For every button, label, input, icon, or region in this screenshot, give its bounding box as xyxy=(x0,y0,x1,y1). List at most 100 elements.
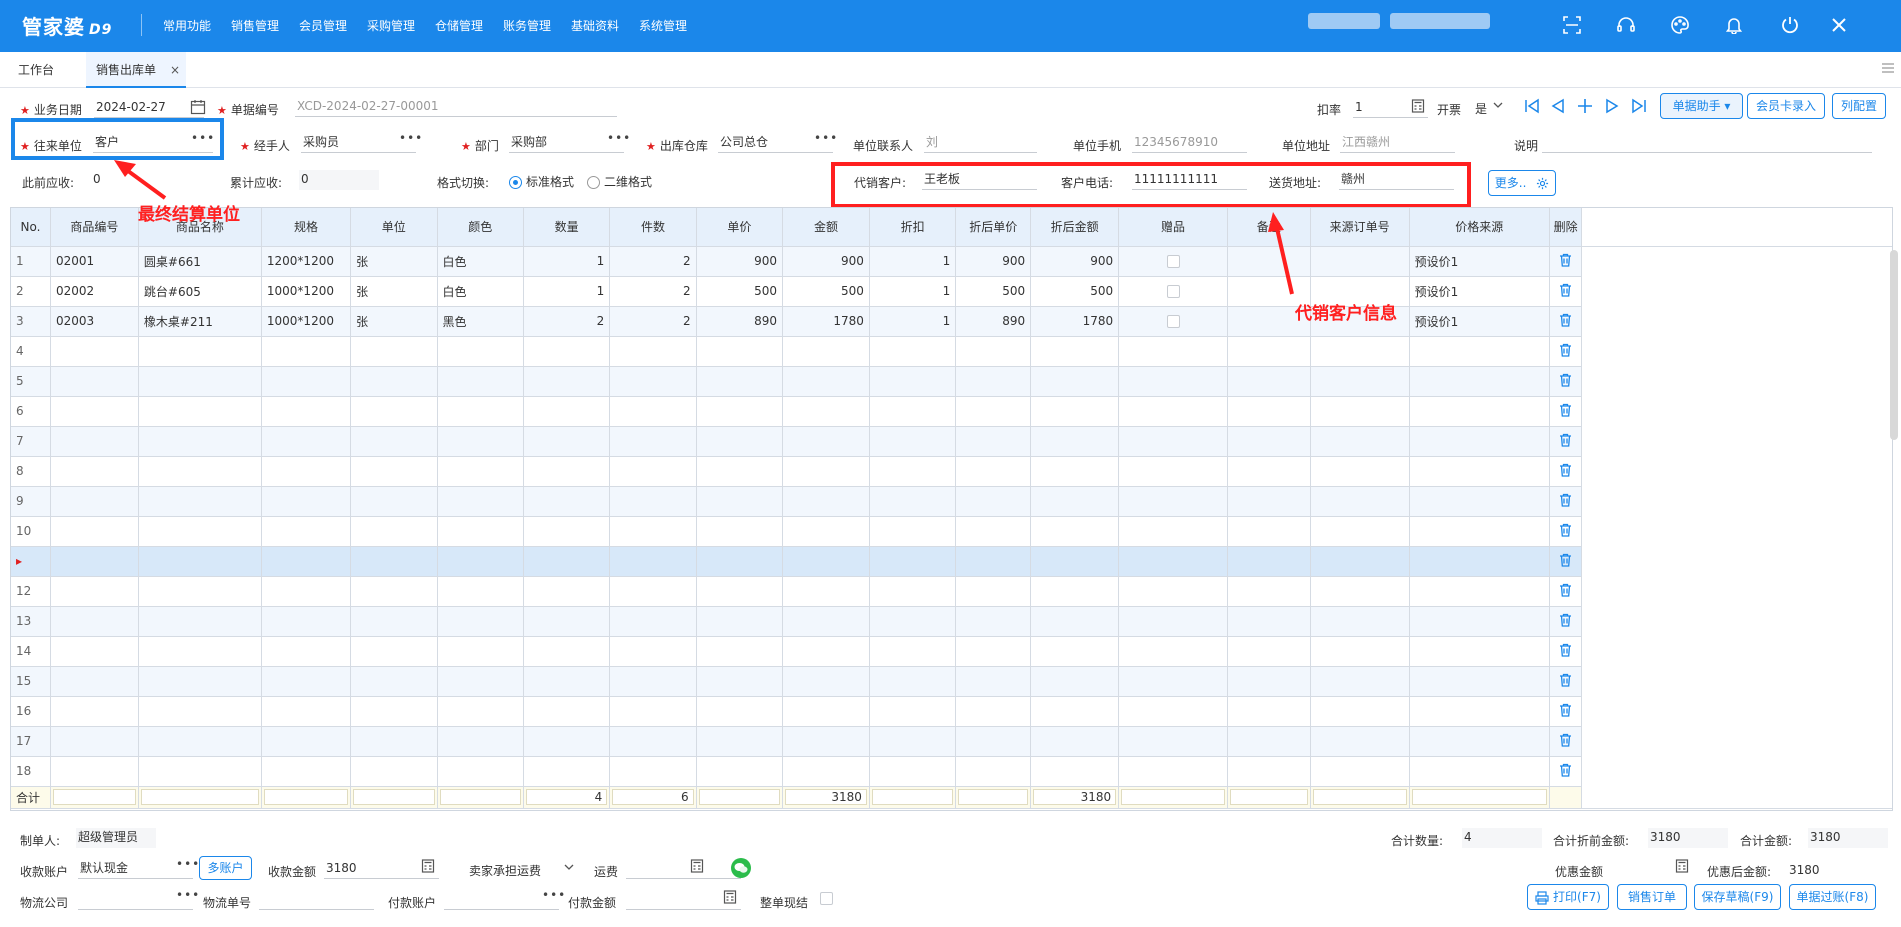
cell-empty[interactable] xyxy=(696,546,784,577)
cell-empty[interactable] xyxy=(50,576,139,607)
menu-accounting[interactable]: 账务管理 xyxy=(503,17,551,34)
cell-empty[interactable] xyxy=(138,456,262,487)
cell-empty[interactable] xyxy=(609,666,697,697)
cell-empty[interactable] xyxy=(869,636,957,667)
cell-empty[interactable] xyxy=(50,636,139,667)
trash-icon[interactable] xyxy=(1559,283,1572,300)
cell-no[interactable]: 4 xyxy=(11,336,51,367)
cell-empty[interactable] xyxy=(955,576,1032,607)
cell-empty[interactable] xyxy=(609,366,697,397)
cell-damount[interactable]: 1780 xyxy=(1030,306,1120,337)
cell-empty[interactable] xyxy=(1227,396,1311,427)
cell-empty[interactable] xyxy=(869,576,957,607)
close-icon[interactable] xyxy=(1822,8,1856,42)
last-record-icon[interactable] xyxy=(1631,98,1647,114)
table-row[interactable]: 3 02003 橡木桌#211 1000*1200 张黑色 2 2 890 1780 1 890 17… xyxy=(11,306,1892,337)
delete-row-cell[interactable] xyxy=(1549,456,1583,487)
cell-empty[interactable] xyxy=(696,456,784,487)
cell-empty[interactable] xyxy=(50,666,139,697)
delete-row-cell[interactable] xyxy=(1549,726,1583,757)
cell-empty[interactable] xyxy=(696,726,784,757)
cell-empty[interactable] xyxy=(869,726,957,757)
grid-scrollbar[interactable] xyxy=(1890,250,1898,440)
cell-empty[interactable] xyxy=(437,426,524,457)
cell-empty[interactable] xyxy=(350,516,438,547)
col-price[interactable]: 单价 xyxy=(696,208,784,247)
cell-empty[interactable] xyxy=(869,366,957,397)
cell-empty[interactable] xyxy=(350,426,438,457)
cell-price[interactable]: 500 xyxy=(696,276,784,307)
handler-more-icon[interactable]: ••• xyxy=(399,131,423,145)
cell-empty[interactable] xyxy=(50,456,139,487)
print-button[interactable]: 打印(F7) xyxy=(1527,884,1609,910)
agent-customer-input[interactable]: 王老板 xyxy=(922,170,1037,190)
cell-empty[interactable] xyxy=(50,606,139,637)
cell-empty[interactable] xyxy=(1310,696,1410,727)
trash-icon[interactable] xyxy=(1559,703,1572,720)
cell-empty[interactable] xyxy=(869,396,957,427)
cell-empty[interactable] xyxy=(869,696,957,727)
cell-empty[interactable] xyxy=(437,366,524,397)
cell-empty[interactable] xyxy=(869,756,957,787)
account-more-icon[interactable]: ••• xyxy=(176,857,200,871)
trash-icon[interactable] xyxy=(1559,403,1572,420)
cell-unit[interactable]: 张 xyxy=(350,306,438,337)
cell-empty[interactable] xyxy=(138,636,262,667)
bell-icon[interactable] xyxy=(1717,8,1751,42)
cell-empty[interactable] xyxy=(138,396,262,427)
delete-row-cell[interactable] xyxy=(1549,366,1583,397)
trash-icon[interactable] xyxy=(1559,583,1572,600)
cell-empty[interactable] xyxy=(138,336,262,367)
cell-empty[interactable] xyxy=(437,726,524,757)
table-row[interactable]: 4 xyxy=(11,336,1892,367)
gift-checkbox[interactable] xyxy=(1166,255,1180,268)
cell-empty[interactable] xyxy=(1227,636,1311,667)
cell-qty[interactable]: 1 xyxy=(523,276,611,307)
cell-empty[interactable] xyxy=(869,546,957,577)
cell-empty[interactable] xyxy=(437,576,524,607)
menu-sales[interactable]: 销售管理 xyxy=(231,17,279,34)
trash-icon[interactable] xyxy=(1559,553,1572,570)
cell-empty[interactable] xyxy=(782,696,870,727)
cell-name[interactable]: 橡木桌#211 xyxy=(138,306,262,337)
cell-empty[interactable] xyxy=(955,486,1032,517)
cell-empty[interactable] xyxy=(1310,456,1410,487)
format-standard-radio[interactable]: 标准格式 xyxy=(509,173,574,190)
address-input[interactable]: 江西赣州 xyxy=(1340,133,1455,153)
wechat-icon[interactable] xyxy=(731,858,751,878)
warehouse-more-icon[interactable]: ••• xyxy=(814,131,838,145)
cell-empty[interactable] xyxy=(782,756,870,787)
cell-empty[interactable] xyxy=(1030,636,1120,667)
cell-empty[interactable] xyxy=(1030,366,1120,397)
trash-icon[interactable] xyxy=(1559,733,1572,750)
mobile-input[interactable]: 12345678910 xyxy=(1132,133,1247,153)
cell-empty[interactable] xyxy=(1409,396,1550,427)
calculator-icon[interactable] xyxy=(690,859,706,875)
cell-empty[interactable] xyxy=(1227,456,1311,487)
cell-empty[interactable] xyxy=(1227,696,1311,727)
table-row[interactable]: 2 02002 跳台#605 1000*1200 张白色 1 2 500 500 1 500 500 预… xyxy=(11,276,1892,307)
cell-empty[interactable] xyxy=(609,396,697,427)
col-source-order[interactable]: 来源订单号 xyxy=(1310,208,1410,247)
cell-empty[interactable] xyxy=(1030,756,1120,787)
menu-member[interactable]: 会员管理 xyxy=(299,17,347,34)
cell-empty[interactable] xyxy=(261,666,352,697)
cell-empty[interactable] xyxy=(350,726,438,757)
scan-icon[interactable] xyxy=(1555,8,1589,42)
table-row[interactable]: 17 xyxy=(11,726,1892,757)
power-icon[interactable] xyxy=(1773,8,1807,42)
col-remark[interactable]: 备注 xyxy=(1227,208,1311,247)
cell-empty[interactable] xyxy=(523,486,611,517)
cell-empty[interactable] xyxy=(1227,546,1311,577)
cell-no[interactable]: 18 xyxy=(11,756,51,787)
format-2d-radio[interactable]: 二维格式 xyxy=(587,173,652,190)
cell-empty[interactable] xyxy=(869,426,957,457)
cell-empty[interactable] xyxy=(955,606,1032,637)
cell-no[interactable]: 12 xyxy=(11,576,51,607)
cell-empty[interactable] xyxy=(782,336,870,367)
trash-icon[interactable] xyxy=(1559,643,1572,660)
cell-empty[interactable] xyxy=(261,366,352,397)
cell-empty[interactable] xyxy=(1409,516,1550,547)
cell-no[interactable]: 10 xyxy=(11,516,51,547)
cell-amount[interactable]: 1780 xyxy=(782,306,870,337)
